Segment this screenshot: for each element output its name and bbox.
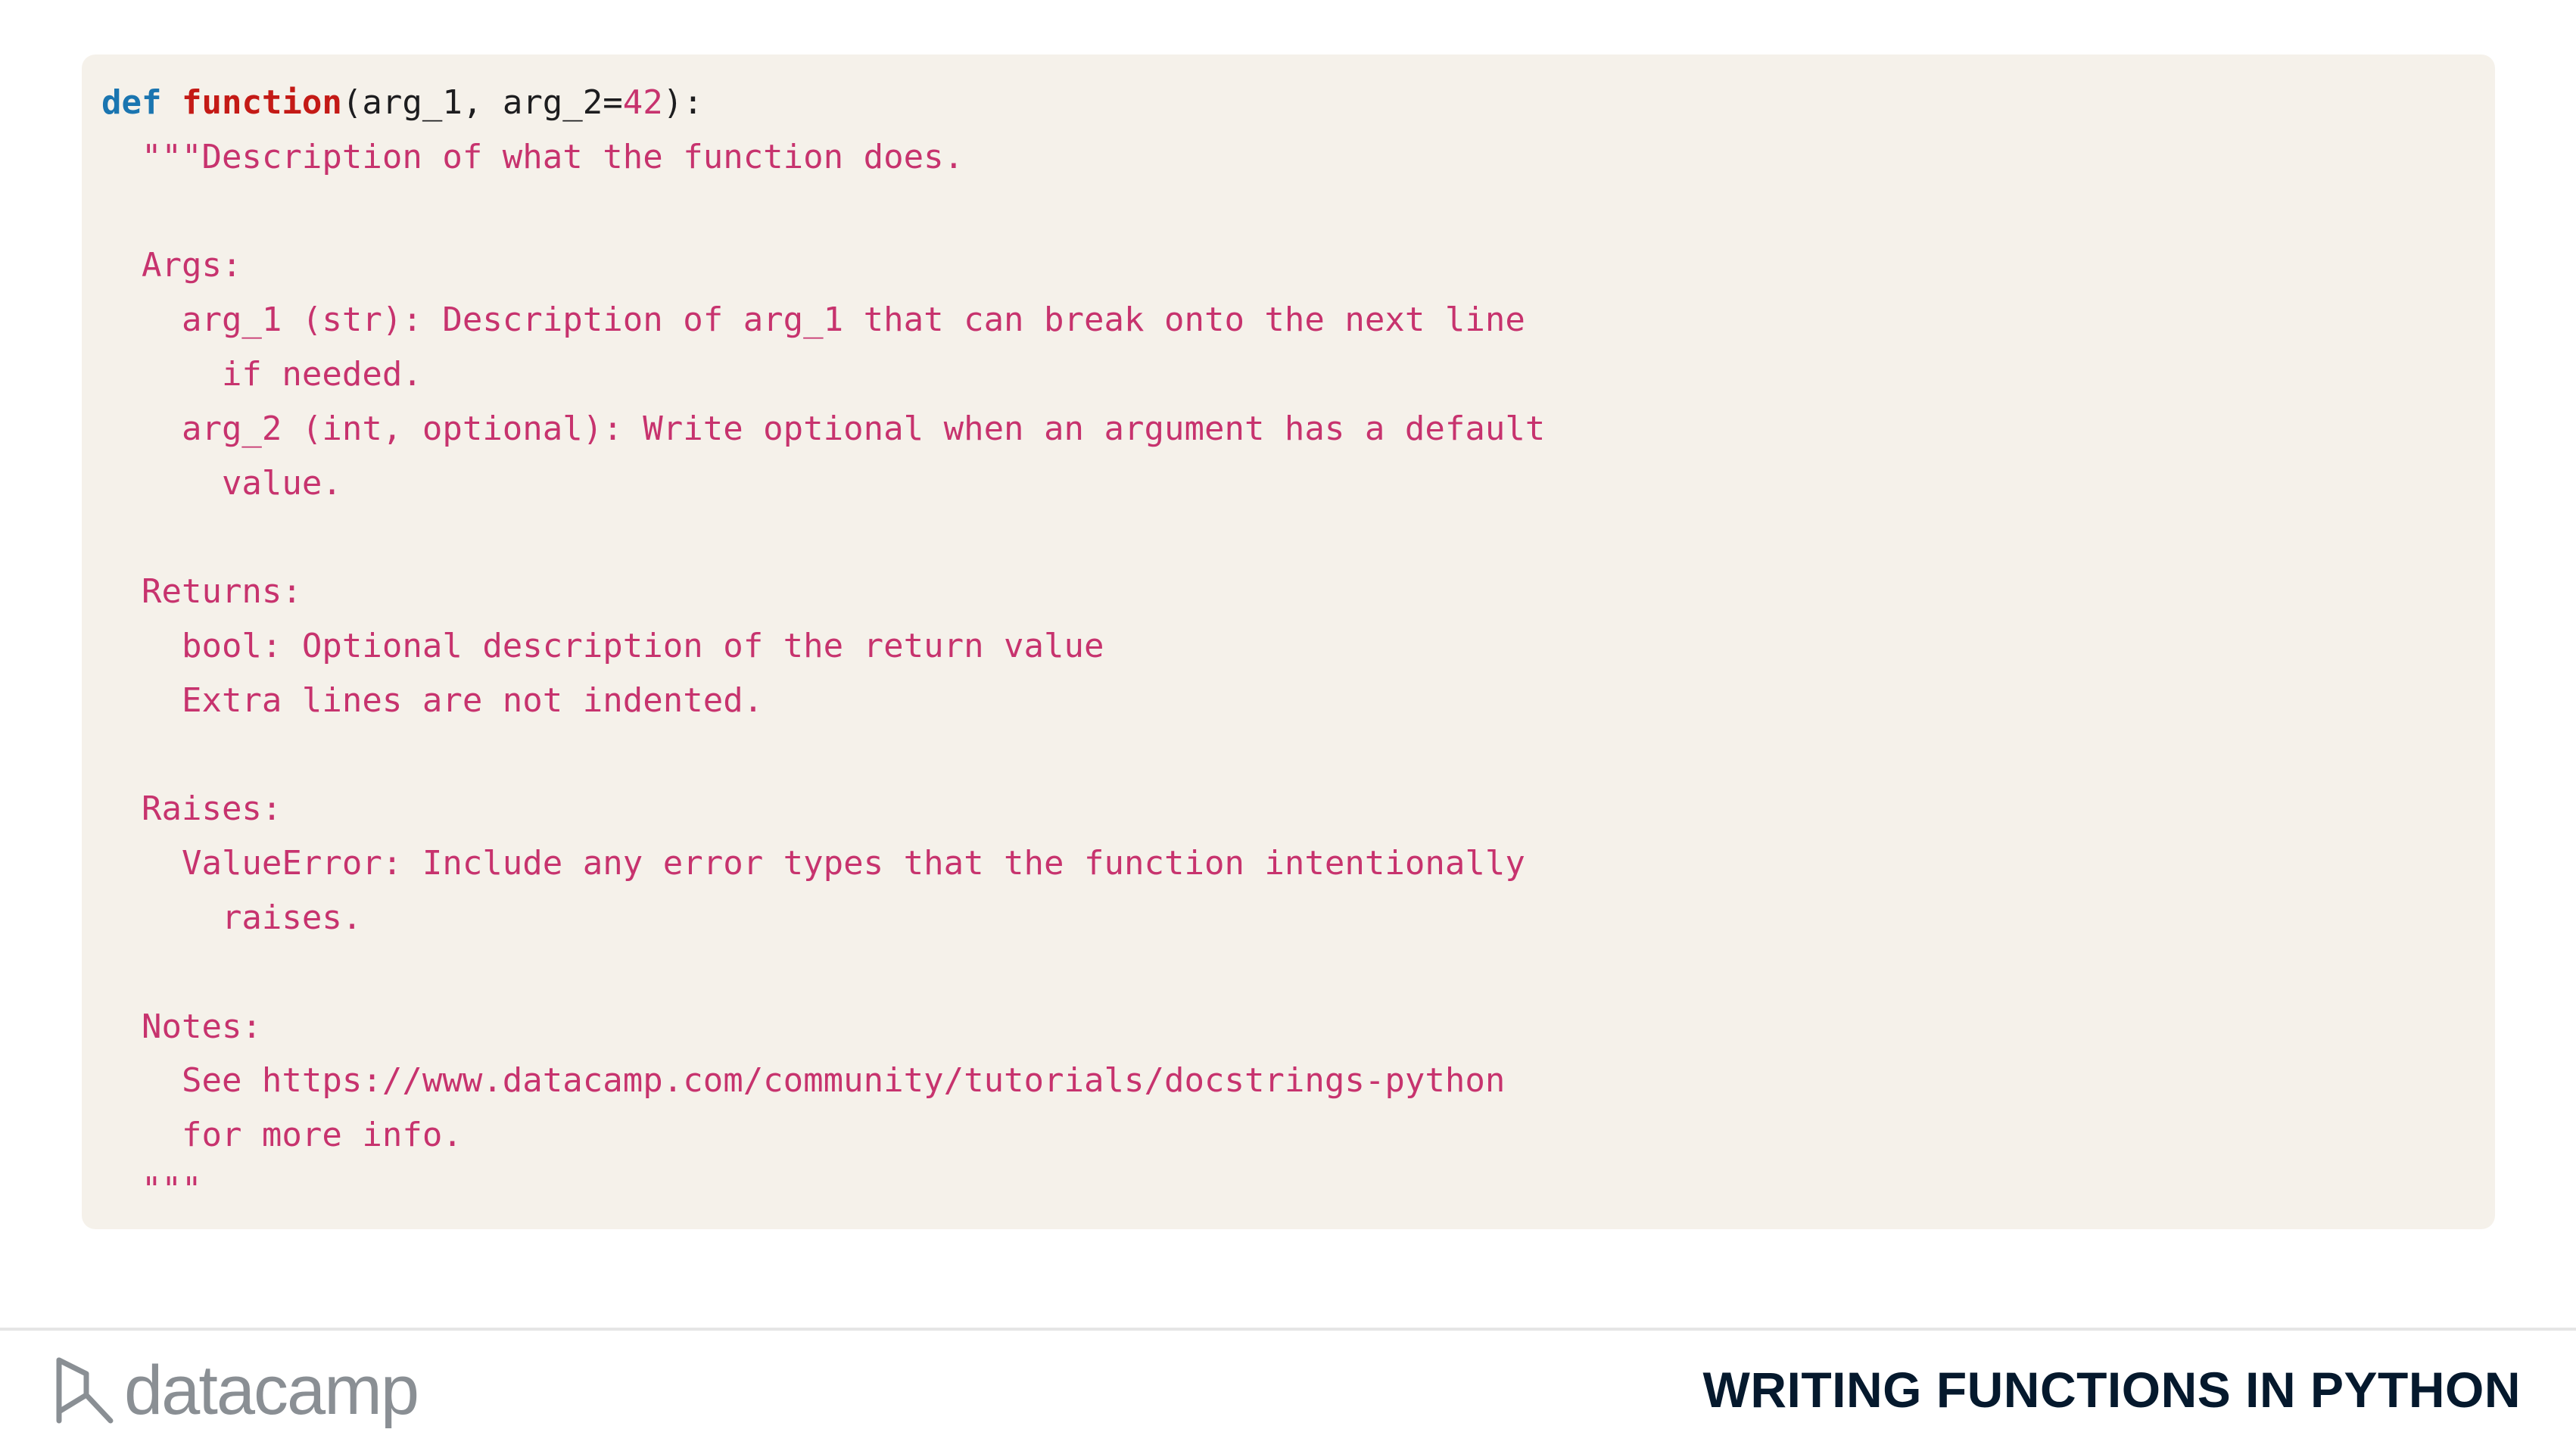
function-signature-line: def function(arg_1, arg_2=42):: [101, 76, 2495, 130]
docstring-line: arg_2 (int, optional): Write optional wh…: [101, 409, 1546, 448]
docstring-line: arg_1 (str): Description of arg_1 that c…: [101, 300, 1525, 340]
docstring-line: [101, 945, 2495, 1000]
docstring-line: [101, 185, 2495, 239]
docstring-line: value.: [101, 463, 342, 503]
course-title: WRITING FUNCTIONS IN PYTHON: [1702, 1362, 2521, 1418]
docstring-line: See https://www.datacamp.com/community/t…: [101, 1061, 1506, 1101]
docstring-line: raises.: [101, 898, 363, 937]
function-name: function: [181, 83, 342, 122]
logo-wordmark: datacamp: [124, 1352, 419, 1429]
docstring-line: Raises:: [101, 789, 282, 829]
def-keyword: def: [101, 83, 162, 122]
docstring-line: for more info.: [101, 1116, 463, 1155]
docstring-line: Extra lines are not indented.: [101, 680, 764, 720]
docstring-line: Notes:: [101, 1007, 262, 1046]
docstring-line: Args:: [101, 246, 242, 285]
docstring-line: ValueError: Include any error types that…: [101, 844, 1525, 883]
footer-divider: [0, 1328, 2576, 1331]
datacamp-logo: datacamp: [53, 1349, 419, 1432]
docstring-line: """: [101, 1169, 202, 1209]
params-open: (arg_1, arg_2=: [341, 83, 623, 122]
code-listing: def function(arg_1, arg_2=42): """Descri…: [101, 76, 2495, 1217]
docstring-line: [101, 510, 2495, 565]
docstring-line: """Description of what the function does…: [101, 137, 964, 176]
docstring-line: bool: Optional description of the return…: [101, 626, 1104, 665]
code-block: def function(arg_1, arg_2=42): """Descri…: [82, 54, 2495, 1229]
docstring-line: if needed.: [101, 354, 422, 394]
docstring-line: Returns:: [101, 572, 302, 612]
params-close: ):: [662, 83, 703, 122]
docstring-line: [101, 728, 2495, 783]
default-value: 42: [622, 83, 663, 122]
datacamp-logo-icon: [53, 1351, 124, 1431]
